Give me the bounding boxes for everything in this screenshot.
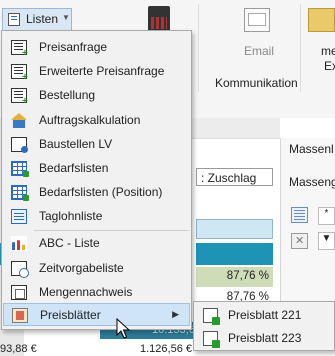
menu-item-label: Auftragskalkulation [39,113,141,127]
price-sheet-icon [12,308,28,323]
list-icon [8,13,20,26]
menu-item-mengennachweis[interactable]: Mengennachweis [3,281,190,304]
bar-chart-icon [11,236,27,251]
price-sheet-icon [203,331,220,348]
zuschlag-label: : Zuschlag [201,171,257,185]
submenu-item-label: Preisblatt 221 [228,308,302,322]
menu-item-label: Bedarfslisten (Position) [39,185,163,199]
list-add-icon: + [11,40,28,59]
listen-dropdown-button[interactable]: Listen ▼ [2,8,72,31]
asterisk-button[interactable]: * [318,207,335,225]
right-panel-label: Masseng [289,175,335,189]
menu-item-preisblaetter[interactable]: Preisblätter ▶ [3,303,190,326]
submenu-item-preisblatt-223[interactable]: Preisblatt 223 [195,327,335,350]
menu-item-label: Bedarfslisten [39,161,109,175]
filter-button[interactable]: ▼ [318,232,335,250]
me-label: me [321,44,335,58]
menu-item-abc-liste[interactable]: ABC - Liste [3,232,190,255]
chevron-right-icon: ▶ [172,309,179,319]
grid-delete-icon[interactable] [291,233,308,249]
amount-value: 1.126,56 € [140,343,192,355]
amount-value: 93,88 € [0,343,37,355]
zuschlag-field[interactable]: : Zuschlag [196,168,273,186]
grid-icon [11,161,29,177]
submenu-item-preisblatt-221[interactable]: Preisblatt 221 [195,304,335,327]
menu-item-baustellen-lv[interactable]: Baustellen LV [3,133,190,156]
submenu-item-label: Preisblatt 223 [228,331,302,345]
export-icon[interactable] [308,8,335,32]
menu-item-erweiterte-preisanfrage[interactable]: + Erweiterte Preisanfrage [3,60,190,83]
ribbon-separator [300,4,301,92]
menu-item-label: Preisblätter [40,308,101,322]
menu-item-label: Preisanfrage [39,40,108,54]
listen-dropdown-menu: + Preisanfrage + Erweiterte Preisanfrage… [1,30,192,330]
list-add-icon: + [11,88,28,107]
menu-separator [34,230,189,231]
menu-item-zeitvorgabeliste[interactable]: Zeitvorgabeliste [3,257,190,280]
listen-label: Listen [26,12,59,26]
right-panel-title: Massenl [289,142,334,156]
list-add-icon: + [11,64,28,83]
menu-item-preisanfrage[interactable]: + Preisanfrage [3,36,190,59]
menu-item-label: Baustellen LV [39,137,113,151]
menu-item-bedarfslisten-position[interactable]: Bedarfslisten (Position) [3,181,190,204]
menu-item-label: ABC - Liste [39,236,100,250]
house-icon [11,113,27,128]
menu-item-label: Erweiterte Preisanfrage [39,64,165,78]
table-row[interactable] [196,243,273,265]
menu-item-label: Mengennachweis [39,285,133,299]
menu-item-label: Zeitvorgabeliste [39,261,124,275]
clock-list-icon [11,261,29,278]
menu-item-bestellung[interactable]: + Bestellung [3,84,190,107]
calculator-icon[interactable] [148,6,170,32]
price-sheet-icon [203,308,220,325]
document-icon [11,137,28,153]
menu-item-taglohnliste[interactable]: Taglohnliste [3,205,190,228]
table-row[interactable]: 87,76 % [196,267,273,287]
menu-item-auftragskalkulation[interactable]: Auftragskalkulation [3,109,190,132]
menu-item-label: Taglohnliste [39,209,103,223]
grid-icon [11,185,29,201]
kommunikation-group-label: Kommunikation [215,76,298,90]
mouse-cursor-icon [116,318,130,339]
percentage-value: 87,76 % [226,270,269,282]
menu-item-bedarfslisten[interactable]: Bedarfslisten [3,157,190,180]
tag-list-icon [11,209,27,224]
table-row[interactable] [196,219,273,239]
chevron-down-icon: ▼ [62,13,70,22]
email-label: Email [244,44,275,58]
measure-icon [11,285,27,300]
menu-item-label: Bestellung [39,88,96,102]
preisblaetter-submenu: Preisblatt 221 Preisblatt 223 [193,301,335,351]
ribbon-separator [198,4,199,92]
ex-label: Ex [324,59,335,73]
grid-add-icon[interactable] [291,207,308,223]
email-icon[interactable] [244,8,270,32]
